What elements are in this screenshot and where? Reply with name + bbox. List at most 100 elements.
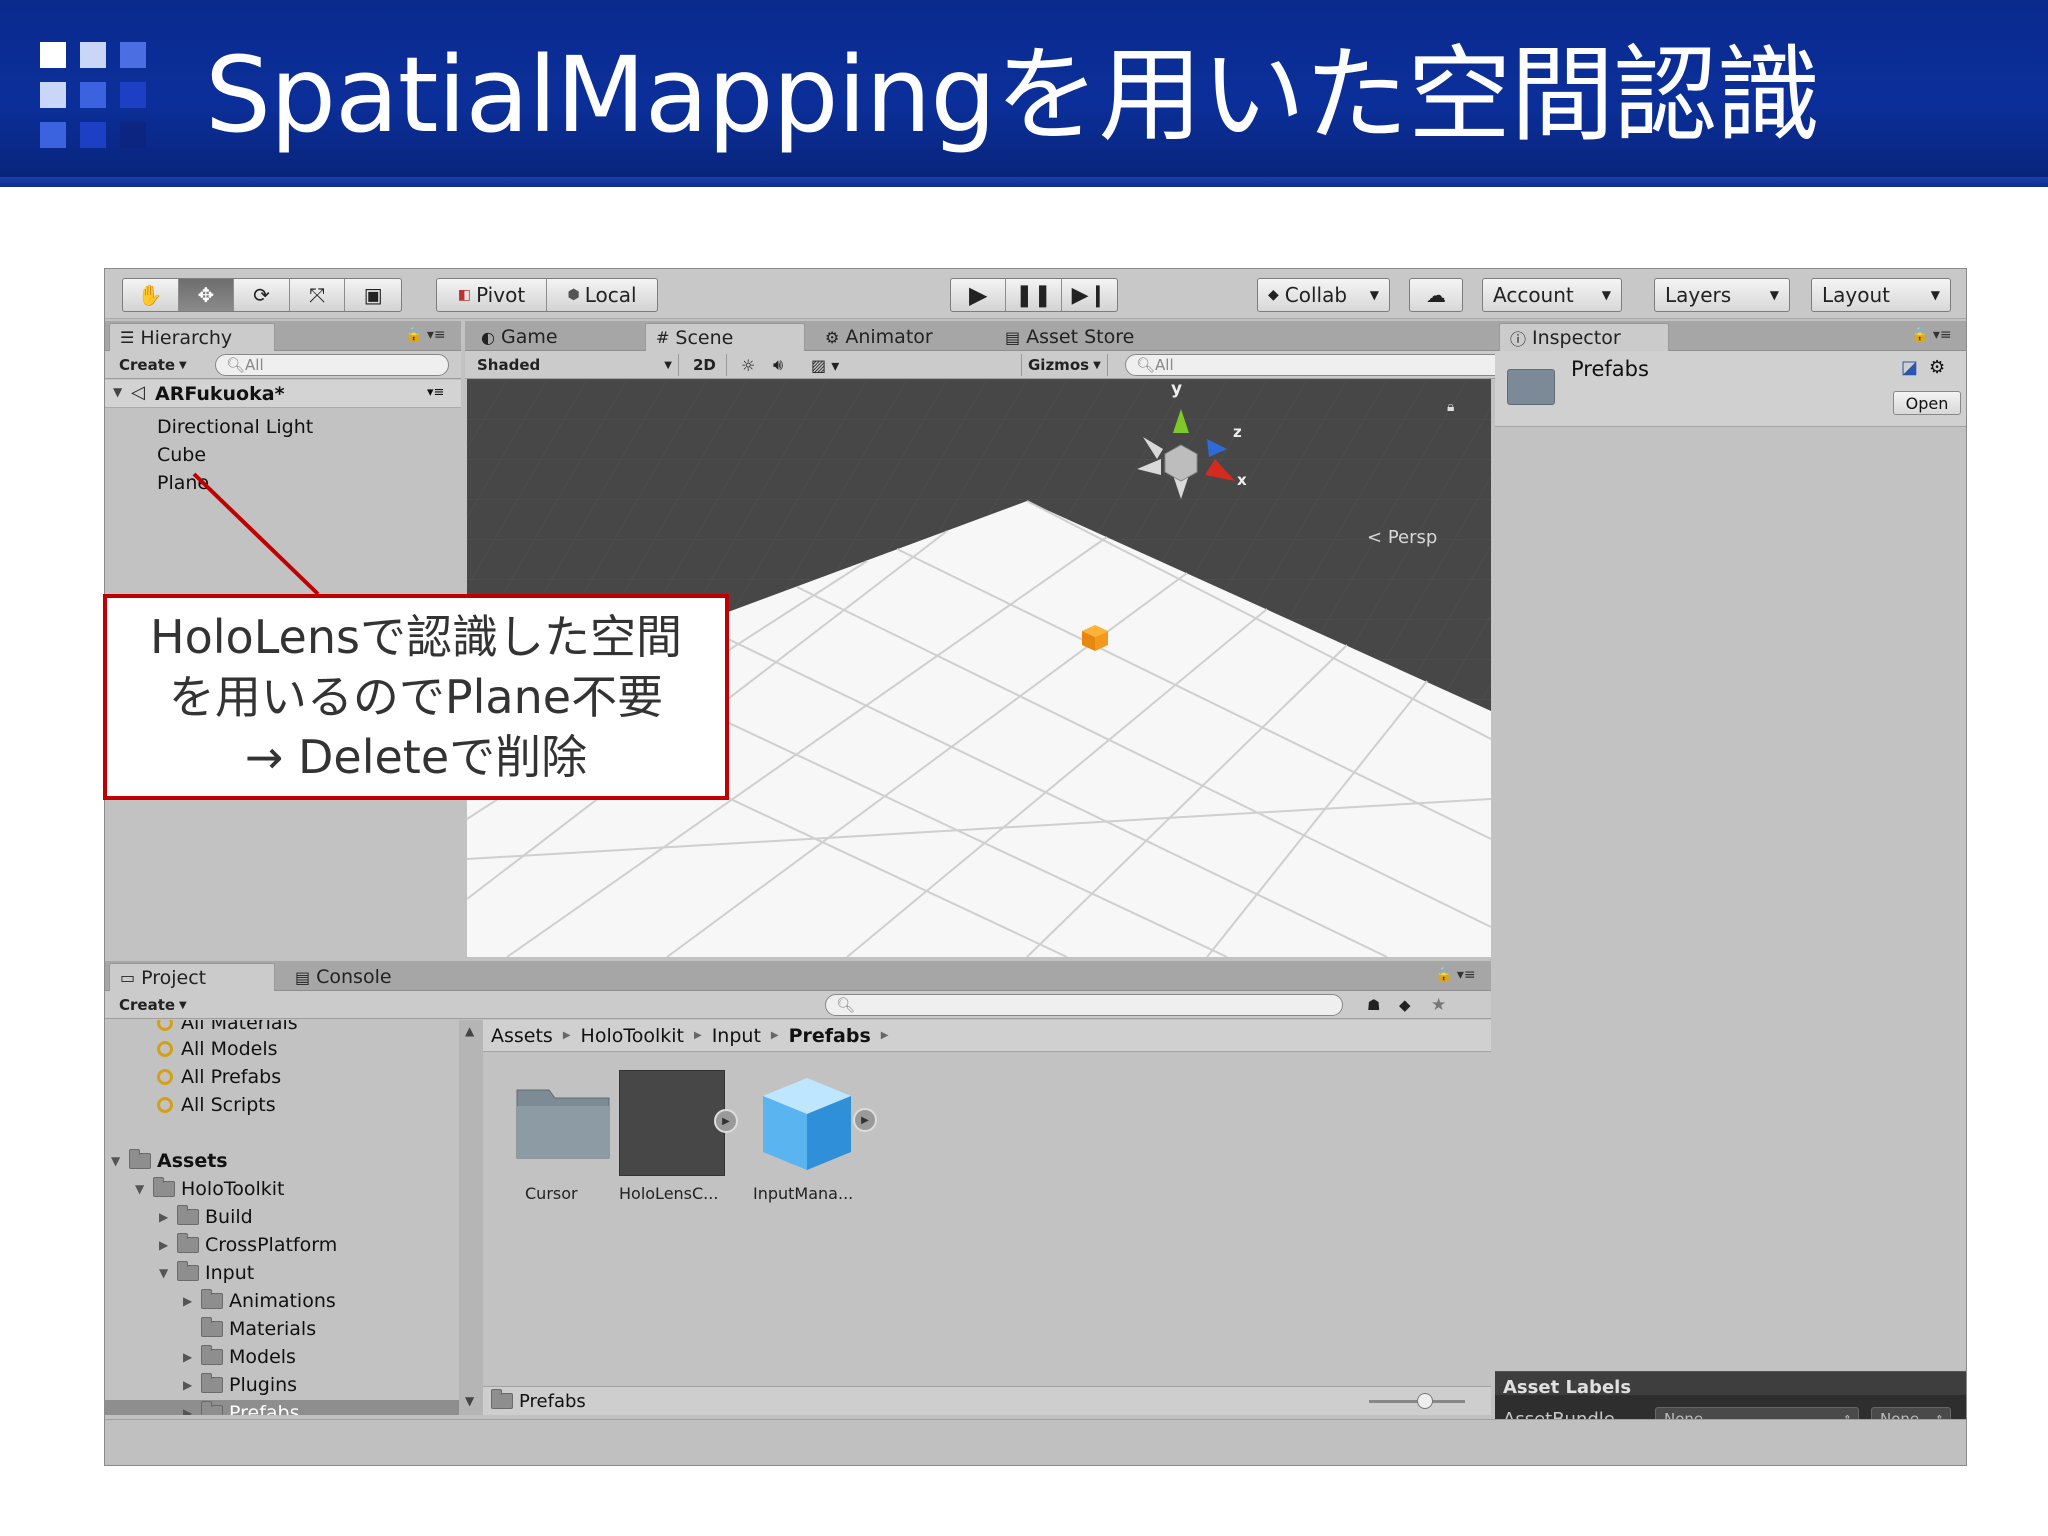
panel-menu-icon[interactable]: 🔒 ▾≡ (1435, 967, 1476, 983)
pivot-local-group: ◧ Pivot ⬢ Local (436, 278, 658, 312)
expand-prefab-icon[interactable]: ▶ (714, 1109, 738, 1133)
collapse-arrow-icon: ▶ (183, 1350, 193, 1364)
filter-label-icon[interactable]: ◆ (1393, 994, 1417, 1016)
favorite-item[interactable]: All Models (157, 1038, 278, 1060)
breadcrumb-item[interactable]: Input (712, 1025, 761, 1047)
scroll-up-icon[interactable]: ▲ (465, 1024, 474, 1038)
rotate-tool-icon[interactable]: ⟳ (234, 279, 290, 311)
asset-tile-cursor[interactable] (513, 1078, 613, 1164)
tab-animator[interactable]: ⚙ Animator (815, 323, 985, 351)
tree-item-materials[interactable]: Materials (183, 1317, 316, 1340)
animator-tab-label: Animator (845, 326, 933, 348)
gear-icon[interactable]: ⚙ (1929, 357, 1945, 378)
zoom-slider-track[interactable] (1369, 1393, 1465, 1409)
inspector-tab-label: Inspector (1532, 326, 1621, 349)
expand-prefab-icon[interactable]: ▶ (853, 1108, 877, 1132)
create-dropdown[interactable]: Create ▼ (113, 354, 193, 376)
asset-tile-hololenscamera[interactable]: ▶ (619, 1070, 738, 1176)
hand-tool-icon[interactable]: ✋ (123, 279, 179, 311)
shading-dropdown[interactable]: Shaded ▼ (471, 354, 679, 376)
account-dropdown[interactable]: Account ▼ (1482, 278, 1622, 312)
play-icon[interactable]: ▶ (951, 279, 1007, 311)
tree-label: HoloToolkit (181, 1178, 285, 1200)
tree-item-prefabs[interactable]: ▶ Prefabs (183, 1401, 300, 1415)
breadcrumb-item[interactable]: HoloToolkit (581, 1025, 684, 1047)
breadcrumb-item[interactable]: Assets (491, 1025, 553, 1047)
audio-toggle-icon[interactable]: 🔊︎ (767, 354, 789, 376)
tree-item-crossplatform[interactable]: ▶ CrossPlatform (159, 1233, 337, 1256)
hierarchy-search-input[interactable]: 🔍︎ All (215, 354, 449, 376)
callout-line-2: を用いるのでPlane不要 (168, 670, 664, 724)
scene-menu-icon[interactable]: ▾≡ (427, 385, 444, 400)
panel-menu-icon[interactable]: 🔒 ▾≡ (405, 327, 446, 343)
cloud-button[interactable]: ☁ (1409, 278, 1463, 312)
tree-item-input[interactable]: ▼ Input (159, 1261, 254, 1284)
scene-root-row[interactable]: ▼ ◁ ARFukuoka* ▾≡ (105, 380, 461, 408)
breadcrumb-item[interactable]: Prefabs (789, 1025, 871, 1047)
inspector-tabbar: ⓘ Inspector 🔒 ▾≡ (1495, 321, 1966, 351)
filter-type-icon[interactable]: ☗ (1361, 994, 1386, 1016)
local-button[interactable]: ⬢ Local (547, 279, 657, 311)
collab-dropdown[interactable]: ◆ Collab ▼ (1257, 278, 1390, 312)
favorite-item[interactable]: All Scripts (157, 1094, 276, 1116)
hierarchy-item-cube[interactable]: Cube (157, 444, 206, 466)
hierarchy-item-directional-light[interactable]: Directional Light (157, 416, 313, 438)
effects-toggle-icon[interactable]: ▨ ▾ (805, 354, 845, 376)
rect-tool-icon[interactable]: ▣ (345, 279, 401, 311)
animator-icon: ⚙ (825, 327, 840, 347)
tab-game[interactable]: ◐ Game (471, 323, 631, 351)
tab-console[interactable]: ▤ Console (285, 963, 445, 991)
project-search-input[interactable]: 🔍︎ (825, 994, 1343, 1016)
layout-dropdown[interactable]: Layout ▼ (1811, 278, 1951, 312)
caret-icon: ▼ (1369, 288, 1379, 302)
search-icon (157, 1041, 173, 1057)
tree-item-animations[interactable]: ▶ Animations (183, 1289, 336, 1312)
tab-hierarchy[interactable]: ☰ Hierarchy (109, 323, 275, 351)
tree-item-build[interactable]: ▶ Build (159, 1205, 253, 1228)
collapse-arrow-icon: ▶ (183, 1294, 193, 1308)
pivot-button[interactable]: ◧ Pivot (437, 279, 547, 311)
asset-tile-inputmanager[interactable]: ▶ (755, 1070, 877, 1176)
favorite-star-icon[interactable]: ★ (1425, 994, 1452, 1016)
tab-project[interactable]: ▭ Project (109, 963, 275, 991)
lock-icon[interactable]: 🔒︎ (1447, 399, 1454, 415)
breadcrumb-separator-icon: ▶ (562, 1030, 571, 1041)
step-icon[interactable]: ▶❙ (1062, 279, 1117, 311)
project-create-dropdown[interactable]: Create ▼ (113, 994, 193, 1016)
tree-item-plugins[interactable]: ▶ Plugins (183, 1373, 297, 1396)
collab-icon: ◆ (1268, 287, 1279, 303)
layers-label: Layers (1665, 283, 1732, 307)
tab-asset-store[interactable]: ▤ Asset Store (995, 323, 1185, 351)
tree-item-assets[interactable]: ▼ Assets (111, 1149, 228, 1172)
axis-y-label: y (1171, 379, 1183, 399)
scale-tool-icon[interactable]: ⤧ (290, 279, 346, 311)
layers-dropdown[interactable]: Layers ▼ (1654, 278, 1790, 312)
inspector-header: Prefabs ◪ ⚙ Open (1495, 351, 1966, 427)
2d-toggle[interactable]: 2D (687, 354, 727, 376)
tree-item-holotoolkit[interactable]: ▼ HoloToolkit (135, 1177, 285, 1200)
lighting-toggle-icon[interactable]: ☼ (735, 354, 761, 376)
favorite-item[interactable]: All Materials (157, 1020, 298, 1034)
tree-item-models[interactable]: ▶ Models (183, 1345, 296, 1368)
scroll-down-icon[interactable]: ▼ (465, 1394, 474, 1408)
open-button[interactable]: Open (1893, 391, 1961, 415)
search-icon: 🔍︎ (226, 356, 246, 374)
folder-icon (201, 1401, 223, 1415)
zoom-slider-thumb[interactable] (1417, 1393, 1433, 1409)
collapse-arrow-icon: ▶ (183, 1406, 193, 1415)
favorite-label: All Scripts (181, 1094, 276, 1116)
panel-menu-icon[interactable]: 🔒 ▾≡ (1911, 327, 1952, 343)
move-tool-icon[interactable]: ✥ (178, 279, 235, 311)
help-icon[interactable]: ◪ (1901, 357, 1918, 378)
persp-toggle[interactable]: < Persp (1367, 527, 1437, 548)
tab-inspector[interactable]: ⓘ Inspector (1499, 323, 1669, 351)
gizmos-dropdown[interactable]: Gizmos ▼ (1021, 354, 1108, 376)
breadcrumb-separator-icon: ▶ (880, 1030, 889, 1041)
project-content: Assets ▶ HoloToolkit ▶ Input ▶ Prefabs ▶… (483, 1020, 1491, 1415)
logo-icon (40, 42, 146, 148)
favorite-item[interactable]: All Prefabs (157, 1066, 281, 1088)
caret-icon: ▼ (664, 359, 672, 371)
tab-scene[interactable]: # Scene (645, 323, 805, 351)
folder-tab-icon: ▭ (120, 968, 136, 987)
pause-icon[interactable]: ❚❚ (1006, 279, 1062, 311)
